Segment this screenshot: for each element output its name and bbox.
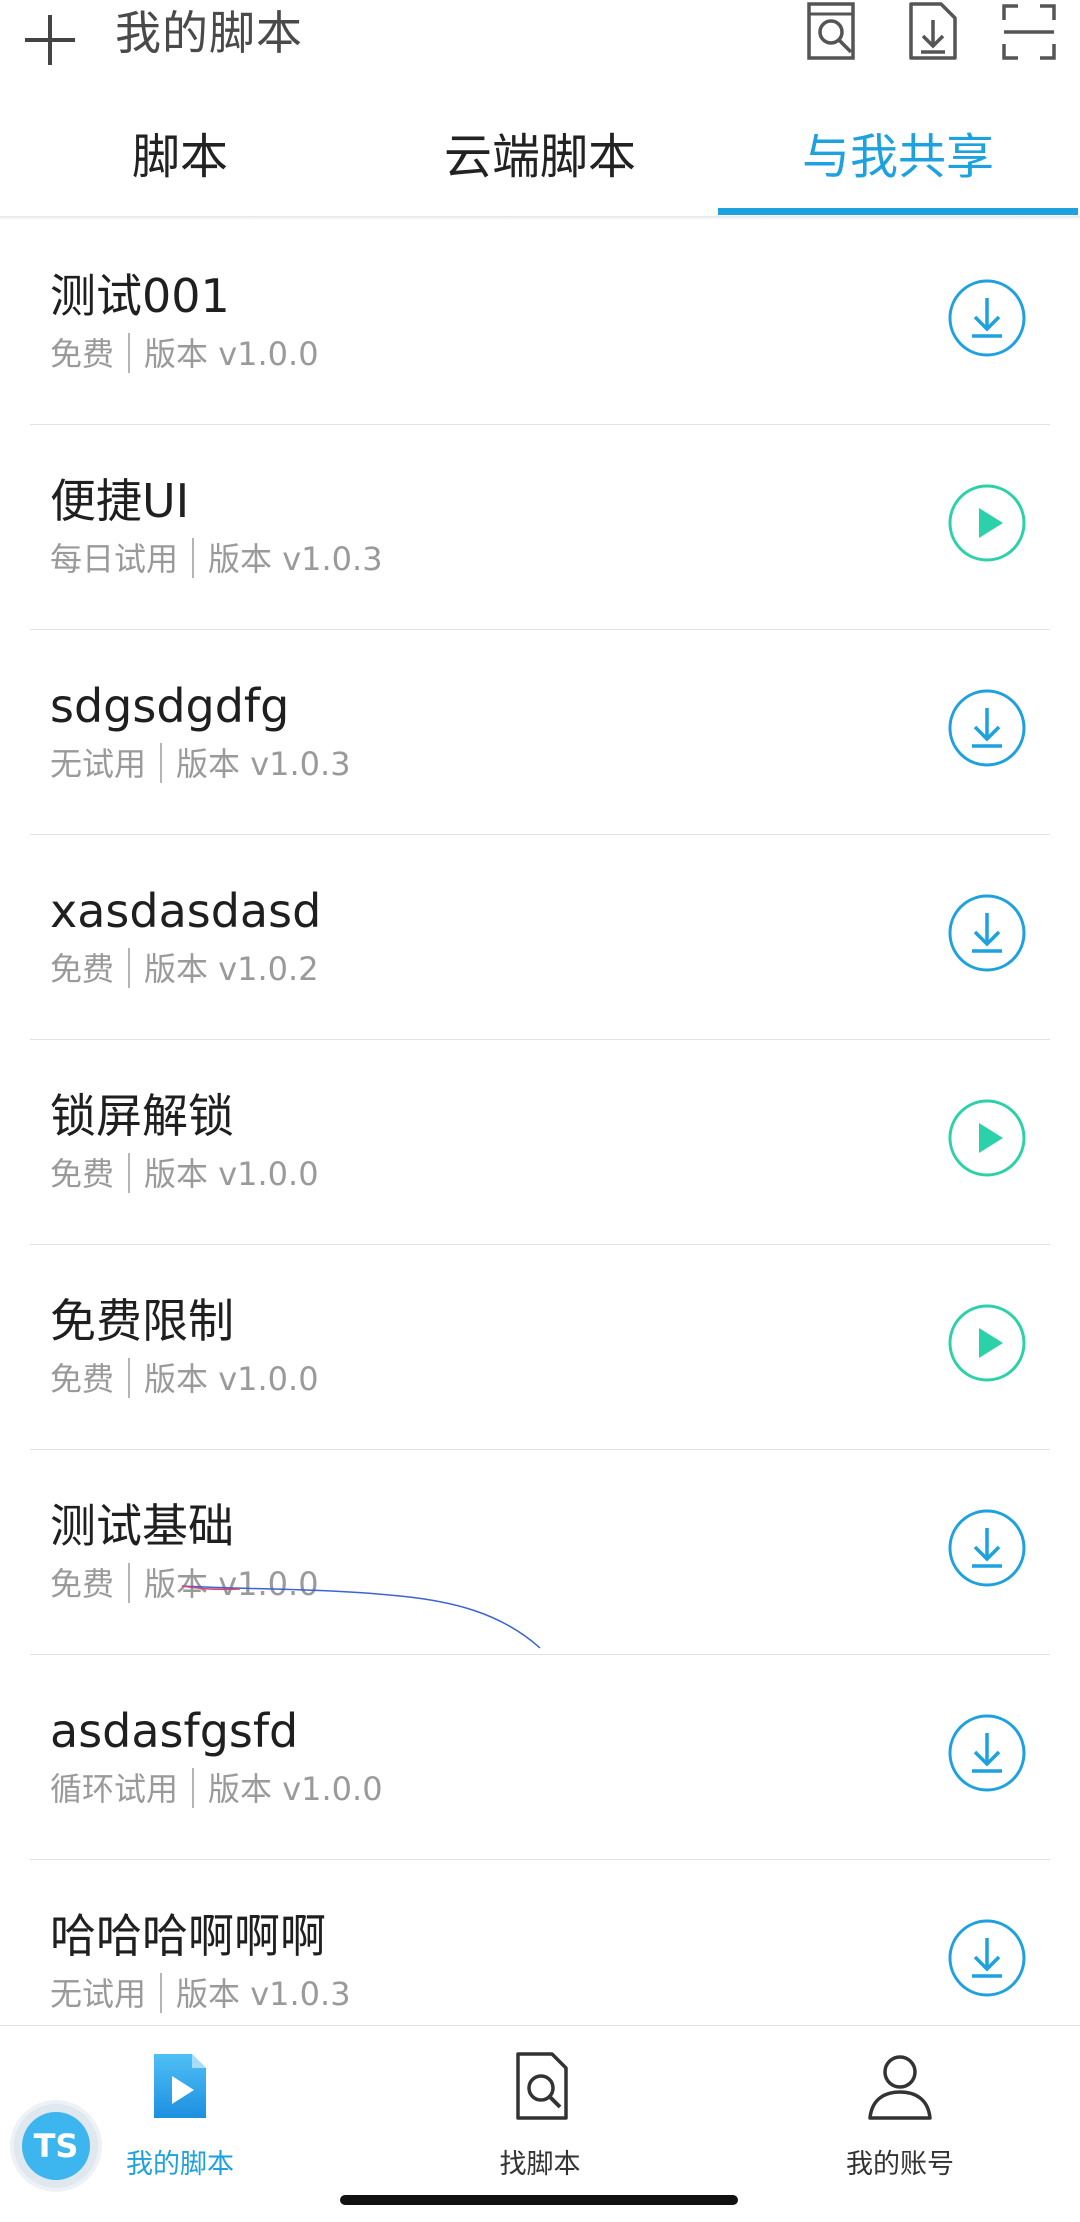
script-price: 免费 — [50, 1155, 115, 1193]
script-name: 测试001 — [50, 269, 230, 323]
script-meta: 循环试用 版本 v1.0.0 — [50, 1767, 383, 1811]
script-version: 版本 v1.0.0 — [144, 1155, 319, 1193]
play-icon[interactable] — [947, 1303, 1027, 1383]
script-price: 循环试用 — [50, 1770, 179, 1808]
floating-ts-badge[interactable]: TS — [14, 2104, 98, 2188]
list-item[interactable]: 测试001 免费 版本 v1.0.0 — [0, 220, 1080, 425]
nav-label-find-scripts: 找脚本 — [499, 2149, 581, 2180]
list-item[interactable]: 锁屏解锁免费 版本 v1.0.0 — [0, 1040, 1080, 1245]
download-icon[interactable] — [947, 278, 1027, 358]
list-item[interactable]: xasdasdasd 免费 版本 v1.0.2 — [0, 835, 1080, 1040]
meta-separator — [128, 1358, 131, 1398]
script-version: 版本 v1.0.0 — [144, 1565, 319, 1603]
script-version: 版本 v1.0.2 — [144, 950, 319, 988]
script-name: xasdasdasd — [50, 884, 322, 938]
nav-find-scripts[interactable]: 找脚本 — [360, 2026, 720, 2186]
meta-separator — [192, 1768, 195, 1808]
nav-label-my-account: 我的账号 — [846, 2149, 954, 2180]
script-meta: 每日试用 版本 v1.0.3 — [50, 537, 383, 581]
script-name: sdgsdgdfg — [50, 679, 290, 733]
script-price: 无试用 — [50, 1975, 147, 2013]
script-name: 测试基础 — [50, 1499, 234, 1553]
home-indicator[interactable] — [340, 2195, 738, 2205]
download-icon[interactable] — [947, 1713, 1027, 1793]
list-item[interactable]: 哈哈哈啊啊啊无试用 版本 v1.0.3 — [0, 1860, 1080, 2025]
meta-separator — [160, 743, 163, 783]
script-price: 免费 — [50, 1565, 115, 1603]
script-play-icon — [154, 2054, 206, 2118]
script-meta: 免费 版本 v1.0.2 — [50, 947, 319, 991]
download-icon[interactable] — [947, 893, 1027, 973]
script-version: 版本 v1.0.0 — [144, 335, 319, 373]
user-icon — [868, 2055, 932, 2120]
add-icon[interactable] — [20, 10, 80, 70]
script-price: 免费 — [50, 1360, 115, 1398]
import-file-icon[interactable] — [905, 2, 963, 62]
script-price: 免费 — [50, 335, 115, 373]
script-name: 便捷UI — [50, 474, 190, 528]
meta-separator — [128, 333, 131, 373]
play-icon[interactable] — [947, 1098, 1027, 1178]
ts-badge-label: TS — [22, 2112, 90, 2180]
script-version: 版本 v1.0.0 — [144, 1360, 319, 1398]
tab-scripts[interactable]: 脚本 — [0, 100, 360, 216]
script-name: 哈哈哈啊啊啊 — [50, 1909, 326, 1963]
find-script-icon — [516, 2052, 568, 2120]
tab-cloud-scripts[interactable]: 云端脚本 — [360, 100, 720, 216]
script-price: 无试用 — [50, 745, 147, 783]
list-item[interactable]: 便捷UI 每日试用 版本 v1.0.3 — [0, 425, 1080, 630]
tab-shared-with-me[interactable]: 与我共享 — [718, 100, 1078, 216]
script-meta: 无试用 版本 v1.0.3 — [50, 742, 351, 786]
script-version: 版本 v1.0.3 — [208, 540, 383, 578]
meta-separator — [192, 538, 195, 578]
nav-my-account[interactable]: 我的账号 — [720, 2026, 1080, 2186]
script-version: 版本 v1.0.0 — [208, 1770, 383, 1808]
scan-icon[interactable] — [1000, 2, 1058, 62]
download-icon[interactable] — [947, 1918, 1027, 1998]
list-item[interactable]: 免费限制免费 版本 v1.0.0 — [0, 1245, 1080, 1450]
script-name: asdasfgsfd — [50, 1704, 299, 1758]
script-meta: 免费 版本 v1.0.0 — [50, 1152, 319, 1196]
script-meta: 无试用 版本 v1.0.3 — [50, 1972, 351, 2016]
script-list[interactable]: 测试001 免费 版本 v1.0.0 便捷UI 每日试用 版本 v1.0.3 sdgsdgd… — [0, 220, 1080, 2025]
top-app-bar: 我的脚本 — [0, 0, 1080, 101]
script-version: 版本 v1.0.3 — [176, 1975, 351, 2013]
list-item[interactable]: 测试基础免费 版本 v1.0.0 — [0, 1450, 1080, 1655]
meta-separator — [160, 1973, 163, 2013]
script-price: 每日试用 — [50, 540, 179, 578]
play-icon[interactable] — [947, 483, 1027, 563]
script-name: 免费限制 — [50, 1294, 234, 1348]
meta-separator — [128, 1153, 131, 1193]
tab-bar: 脚本 云端脚本 与我共享 — [0, 100, 1080, 216]
script-meta: 免费 版本 v1.0.0 — [50, 1562, 319, 1606]
script-price: 免费 — [50, 950, 115, 988]
script-meta: 免费 版本 v1.0.0 — [50, 1357, 319, 1401]
page-title: 我的脚本 — [115, 6, 303, 60]
download-icon[interactable] — [947, 1508, 1027, 1588]
search-document-icon[interactable] — [805, 2, 863, 62]
bottom-navigation: 我的脚本 找脚本 我的账号 — [0, 2025, 1080, 2222]
download-icon[interactable] — [947, 688, 1027, 768]
meta-separator — [128, 948, 131, 988]
list-item[interactable]: sdgsdgdfg 无试用 版本 v1.0.3 — [0, 630, 1080, 835]
meta-separator — [128, 1563, 131, 1603]
script-meta: 免费 版本 v1.0.0 — [50, 332, 319, 376]
active-tab-indicator — [718, 208, 1078, 215]
list-item[interactable]: asdasfgsfd 循环试用 版本 v1.0.0 — [0, 1655, 1080, 1860]
script-name: 锁屏解锁 — [50, 1089, 234, 1143]
script-version: 版本 v1.0.3 — [176, 745, 351, 783]
